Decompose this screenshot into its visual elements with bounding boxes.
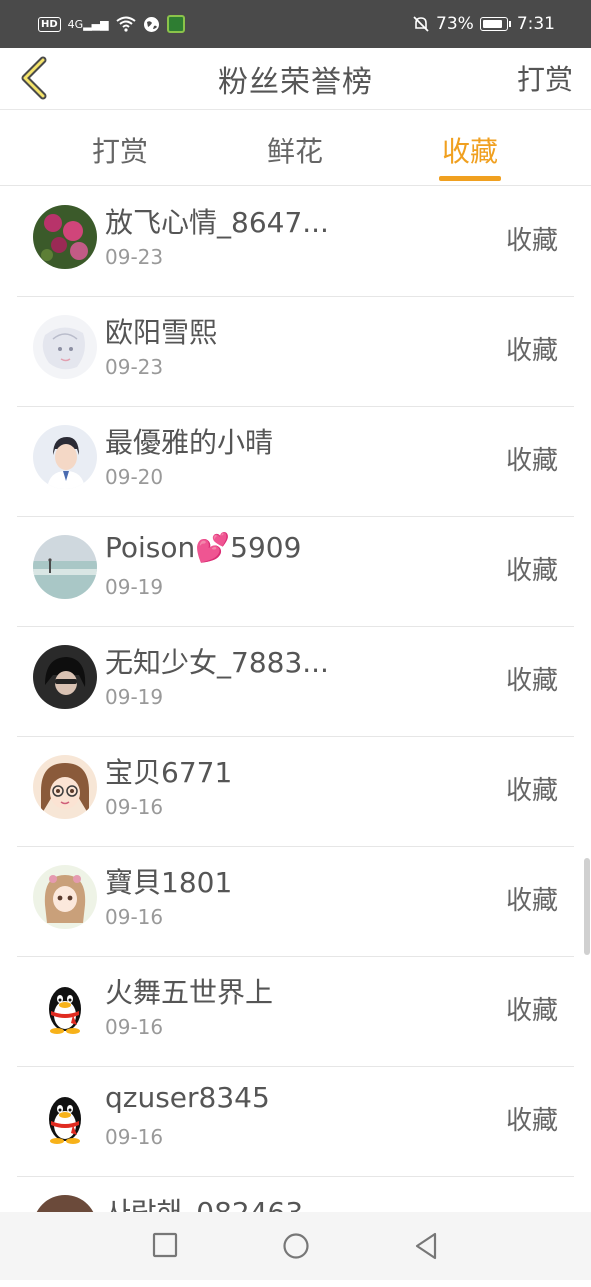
battery-cap [508, 21, 511, 27]
avatar[interactable] [33, 425, 97, 489]
status-icons-right: 73% 7:31 [412, 14, 555, 34]
status-bar: HD 4G▂▄▆ 73% 7:31 [0, 0, 591, 48]
fan-name: 寶貝1801 [105, 866, 233, 899]
reader-app-icon [166, 15, 185, 33]
fan-name: 无知少女_7883... [105, 646, 329, 679]
avatar[interactable] [33, 535, 97, 599]
fan-date: 09-23 [105, 355, 164, 379]
top-app-bar: 粉丝荣誉榜 打赏 [0, 48, 591, 110]
fan-list[interactable]: 放飞心情_8647... 09-23 收藏 欧阳雪熙 09-23 收藏 最優雅的… [0, 187, 591, 1287]
list-item[interactable]: qzuser8345 09-16 收藏 [17, 1067, 574, 1177]
list-item[interactable]: 放飞心情_8647... 09-23 收藏 [17, 187, 574, 297]
tab-flowers[interactable]: 鲜花 [240, 130, 350, 170]
fan-date: 09-16 [105, 1015, 164, 1039]
fan-date: 09-16 [105, 905, 164, 929]
clock: 7:31 [516, 14, 555, 34]
avatar[interactable] [33, 865, 97, 929]
list-item[interactable]: Poison💕5909 09-19 收藏 [17, 517, 574, 627]
qq-penguin-avatar[interactable] [33, 1085, 97, 1149]
fan-date: 09-19 [105, 575, 164, 599]
avatar[interactable] [33, 755, 97, 819]
mute-icon [413, 16, 429, 32]
avatar[interactable] [33, 315, 97, 379]
globe-icon [143, 16, 159, 32]
scrollbar[interactable] [584, 858, 590, 955]
favorite-label: 收藏 [505, 886, 558, 916]
favorite-label: 收藏 [505, 776, 558, 806]
list-item[interactable]: 欧阳雪熙 09-23 收藏 [17, 297, 574, 407]
qq-penguin-avatar[interactable] [33, 975, 97, 1039]
fan-name: 欧阳雪熙 [105, 316, 218, 349]
avatar[interactable] [33, 645, 97, 709]
back-nav-icon[interactable] [413, 1232, 439, 1260]
wifi-icon [115, 16, 136, 32]
recent-apps-icon[interactable] [152, 1232, 178, 1258]
back-button[interactable] [14, 54, 54, 102]
list-item[interactable]: 火舞五世界上 09-16 收藏 [17, 957, 574, 1067]
favorite-label: 收藏 [505, 1106, 558, 1136]
signal-icon: 4G▂▄▆ [67, 17, 109, 31]
fan-name: qzuser8345 [105, 1081, 270, 1114]
status-icons-left: HD 4G▂▄▆ [38, 15, 185, 33]
network-label: 4G [67, 17, 84, 31]
reward-button[interactable]: 打赏 [517, 58, 573, 98]
system-nav-bar [0, 1212, 591, 1280]
favorite-label: 收藏 [505, 556, 558, 586]
list-item[interactable]: 宝贝6771 09-16 收藏 [17, 737, 574, 847]
page-title: 粉丝荣誉榜 [218, 64, 373, 100]
fan-date: 09-19 [105, 685, 164, 709]
fan-name: Poison💕5909 [105, 531, 302, 564]
battery-icon [479, 17, 508, 31]
fan-date: 09-20 [105, 465, 164, 489]
tab-bar: 打赏 鲜花 收藏 [0, 110, 591, 186]
fan-name: 火舞五世界上 [105, 976, 274, 1009]
fan-name: 放飞心情_8647... [105, 206, 329, 239]
fan-date: 09-16 [105, 795, 164, 819]
fan-name: 最優雅的小晴 [105, 426, 274, 459]
favorite-label: 收藏 [505, 996, 558, 1026]
list-item[interactable]: 无知少女_7883... 09-19 收藏 [17, 627, 574, 737]
active-tab-indicator [439, 176, 501, 181]
tab-favorites[interactable]: 收藏 [415, 130, 525, 170]
list-item[interactable]: 寶貝1801 09-16 收藏 [17, 847, 574, 957]
fan-name: 宝贝6771 [105, 756, 233, 789]
fan-date: 09-23 [105, 245, 164, 269]
favorite-label: 收藏 [505, 226, 558, 256]
favorite-label: 收藏 [505, 666, 558, 696]
home-icon[interactable] [282, 1232, 310, 1260]
tab-reward[interactable]: 打赏 [65, 130, 175, 170]
hd-badge: HD [38, 16, 61, 32]
favorite-label: 收藏 [505, 446, 558, 476]
back-arrow-icon [21, 56, 47, 100]
avatar[interactable] [33, 205, 97, 269]
favorite-label: 收藏 [505, 336, 558, 366]
fan-date: 09-16 [105, 1125, 164, 1149]
list-item[interactable]: 最優雅的小晴 09-20 收藏 [17, 407, 574, 517]
battery-percent: 73% [436, 14, 474, 34]
